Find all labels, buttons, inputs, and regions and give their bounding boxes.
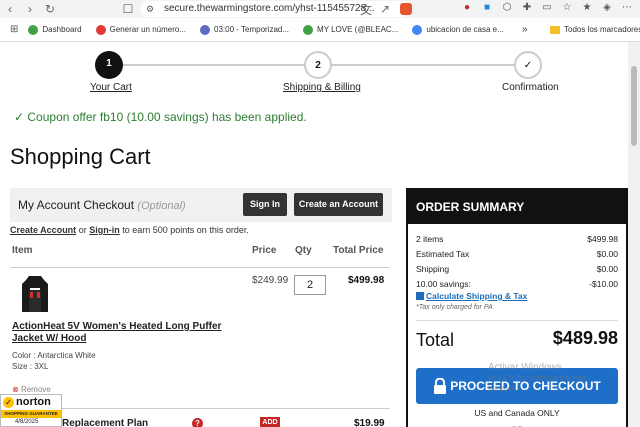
- norton-seal[interactable]: ✓ norton SHOPPING GUARANTEE 4/8/2025: [0, 394, 62, 427]
- norton-guarantee: SHOPPING GUARANTEE: [1, 410, 61, 418]
- more-bookmarks-button[interactable]: »: [522, 24, 528, 35]
- account-checkout-label: My Account Checkout (Optional): [18, 198, 186, 212]
- lock-icon: [434, 378, 447, 394]
- col-header-item: Item: [12, 245, 33, 256]
- order-summary-heading: ORDER SUMMARY: [408, 190, 626, 224]
- summary-row-items: 2 items $499.98: [416, 234, 618, 244]
- create-account-button[interactable]: Create an Account: [294, 193, 383, 216]
- step-2-label[interactable]: Shipping & Billing: [283, 82, 361, 93]
- create-account-link[interactable]: Create Account: [10, 225, 76, 235]
- product-image[interactable]: [18, 274, 52, 314]
- check-icon: ✓: [14, 110, 28, 124]
- summary-row-tax: Estimated Tax $0.00: [416, 249, 618, 259]
- bookmark-favicon-icon: [303, 24, 314, 35]
- col-header-total: Total Price: [333, 245, 384, 256]
- summary-row-savings: 10.00 savings: -$10.00: [416, 279, 618, 289]
- norton-check-icon: ✓: [3, 397, 14, 408]
- favorites-icon[interactable]: ★: [580, 2, 594, 13]
- browser-toolbar: ‹ › ↻ ☐ ⚙ secure.thewarmingstore.com/yhs…: [0, 0, 640, 18]
- shield-icon[interactable]: ◈: [600, 2, 614, 13]
- scrollbar-thumb[interactable]: [631, 66, 637, 146]
- extension-icon[interactable]: ⬡: [500, 2, 514, 13]
- bookmark-item[interactable]: ubicacion de casa e...: [412, 24, 504, 35]
- product-color: Color : Antarctica White: [12, 351, 96, 360]
- step-1-label[interactable]: Your Cart: [90, 82, 132, 93]
- sidebar-icon[interactable]: ▭: [540, 2, 554, 13]
- activate-windows-watermark: Activar Windows Ve a Configuración para …: [488, 362, 586, 393]
- unit-price: $249.99: [252, 275, 289, 286]
- calculate-shipping-link[interactable]: Calculate Shipping & Tax: [416, 291, 527, 301]
- translate-icon[interactable]: 文: [356, 1, 376, 18]
- step-3-label: Confirmation: [502, 82, 559, 93]
- bookmark-item[interactable]: Generar un número...: [95, 24, 186, 35]
- norton-date: 4/8/2025: [15, 419, 39, 425]
- divider: [416, 320, 618, 321]
- total-label: Total: [416, 330, 455, 350]
- coupon-message: ✓ Coupon offer fb10 (10.00 savings) has …: [14, 110, 307, 124]
- share-icon[interactable]: ↗: [375, 2, 395, 16]
- folder-icon: [550, 25, 560, 34]
- forward-icon[interactable]: ›: [20, 2, 40, 16]
- divider: [10, 267, 390, 268]
- extensions-icon[interactable]: ✚: [520, 2, 534, 13]
- tax-note: *Tax only charged for PA: [416, 304, 493, 311]
- plan-price: $19.99: [354, 418, 385, 427]
- bookmark-item[interactable]: 03:00 - Temporizad...: [200, 24, 289, 35]
- summary-row-shipping: Shipping $0.00: [416, 264, 618, 274]
- calculator-icon: [416, 292, 424, 300]
- apps-grid-icon[interactable]: ⊞: [10, 24, 18, 35]
- line-total: $499.98: [348, 275, 385, 286]
- back-icon[interactable]: ‹: [0, 2, 20, 16]
- step-3-check-icon: ✓: [514, 51, 542, 79]
- sign-in-button[interactable]: Sign In: [243, 193, 287, 216]
- account-checkout-box: My Account Checkout (Optional) Sign In C…: [10, 188, 392, 222]
- quantity-input[interactable]: 2: [294, 275, 326, 295]
- page-content: 1 Your Cart 2 Shipping & Billing ✓ Confi…: [0, 42, 628, 427]
- remove-button[interactable]: ⊗ Remove: [12, 385, 51, 394]
- col-header-price: Price: [252, 245, 277, 256]
- scrollbar[interactable]: [628, 42, 640, 427]
- shipping-region-note: US and Canada ONLY: [474, 408, 560, 418]
- product-name-link[interactable]: ActionHeat 5V Women's Heated Long Puffer…: [12, 321, 242, 345]
- extension-icon[interactable]: ●: [460, 2, 474, 13]
- bookmark-favicon-icon: [412, 24, 423, 35]
- add-plan-button[interactable]: ADD: [260, 417, 280, 427]
- menu-icon[interactable]: ⋯: [620, 2, 634, 13]
- help-icon[interactable]: ?: [192, 418, 203, 427]
- sign-in-link[interactable]: Sign-in: [89, 225, 120, 235]
- bookmark-favicon-icon: [95, 24, 106, 35]
- bookmark-favicon-icon: [200, 24, 211, 35]
- bookmark-item[interactable]: MY LOVE (@BLEAC...: [303, 24, 398, 35]
- total-value: $489.98: [552, 328, 618, 348]
- optional-label: (Optional): [137, 200, 186, 212]
- replacement-plan-label: Replacement Plan: [62, 418, 149, 427]
- step-2-circle: 2: [304, 51, 332, 79]
- bookmark-star-icon[interactable]: ☐: [118, 2, 138, 16]
- bookmarks-bar: ⊞ Dashboard Generar un número... 03:00 -…: [0, 18, 640, 42]
- page-title: Shopping Cart: [10, 144, 151, 169]
- star-icon[interactable]: ☆: [560, 2, 574, 13]
- col-header-qty: Qty: [295, 245, 312, 256]
- divider: [10, 408, 390, 409]
- checkout-steps: 1 Your Cart 2 Shipping & Billing ✓ Confi…: [0, 42, 628, 94]
- all-bookmarks-folder[interactable]: Todos los marcadores: [550, 25, 640, 34]
- step-1-circle: 1: [95, 51, 123, 79]
- remove-icon: ⊗: [12, 385, 21, 394]
- earn-points-text: Create Account or Sign-in to earn 500 po…: [10, 225, 249, 235]
- url-text: secure.thewarmingstore.com/yhst-11545572…: [164, 3, 375, 14]
- norton-brand: norton: [16, 396, 51, 408]
- brave-shield-icon[interactable]: [400, 3, 412, 15]
- bookmark-favicon-icon: [28, 24, 39, 35]
- product-size: Size : 3XL: [12, 362, 49, 371]
- extension-icon[interactable]: ■: [480, 2, 494, 13]
- reload-icon[interactable]: ↻: [40, 2, 60, 16]
- site-info-icon[interactable]: ⚙: [146, 1, 154, 17]
- bookmark-item[interactable]: Dashboard: [28, 24, 82, 35]
